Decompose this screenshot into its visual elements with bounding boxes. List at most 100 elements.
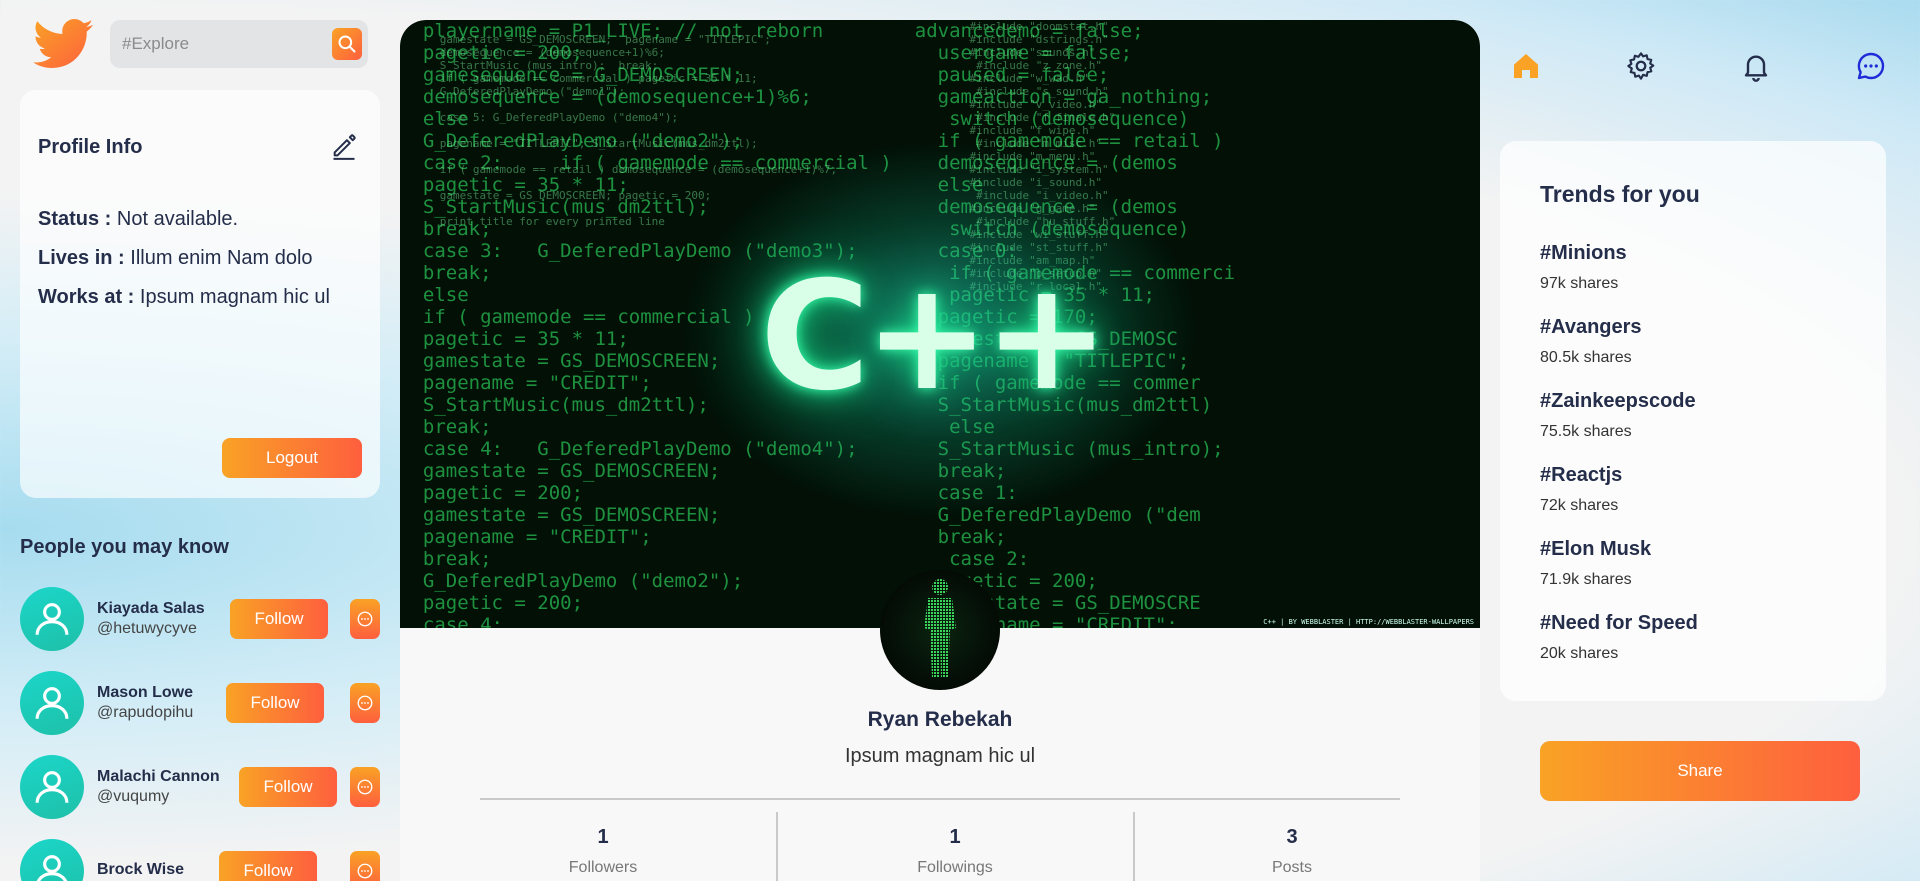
profile-info-list: Status : Not available. Lives in : Illum… [38, 200, 330, 317]
chat-bubble-icon [357, 611, 373, 627]
posts-label: Posts [1271, 859, 1312, 876]
list-item: Brock Wise Follow [20, 839, 380, 881]
profile-info-card: Profile Info Status : Not available. Liv… [20, 90, 380, 498]
list-item: Kiayada Salas @hetuwycyve Follow [20, 587, 380, 651]
status-label: Status : [38, 208, 112, 230]
avatar[interactable] [20, 671, 84, 735]
followers-count: 1 [597, 826, 609, 848]
trend-tag: #Avangers [1540, 316, 1642, 338]
followers-label: Followers [568, 859, 638, 876]
trend-shares: 75.5k shares [1540, 423, 1632, 440]
profile-info-title: Profile Info [38, 136, 143, 158]
logout-button[interactable]: Logout [222, 438, 362, 478]
share-button[interactable]: Share [1540, 741, 1860, 801]
chat-bubble-icon [357, 779, 373, 795]
trend-shares: 71.9k shares [1540, 571, 1632, 588]
message-button[interactable] [350, 767, 380, 807]
people-list: Kiayada Salas @hetuwycyve Follow Mason L… [20, 587, 380, 881]
works-at-row: Works at : Ipsum magnam hic ul [38, 278, 330, 317]
message-button[interactable] [350, 851, 380, 881]
person-info: Kiayada Salas @hetuwycyve [97, 600, 205, 638]
followings-stat[interactable]: 1 Followings [855, 826, 1055, 877]
home-icon[interactable] [1510, 50, 1542, 82]
status-row: Status : Not available. [38, 200, 330, 239]
trend-item[interactable]: #Reactjs 72k shares [1540, 464, 1846, 515]
works-at-value: Ipsum magnam hic ul [139, 286, 330, 308]
trend-tag: #Need for Speed [1540, 612, 1698, 634]
works-at-label: Works at : [38, 286, 135, 308]
cover-cpp-title: C++ [760, 250, 1109, 424]
person-handle: @rapudopihu [97, 704, 194, 721]
stat-separator [776, 812, 778, 881]
edit-pencil-icon[interactable] [330, 132, 358, 160]
cover-watermark: C++ | BY WEBBLASTER | HTTP://WEBBLASTER-… [1263, 618, 1474, 626]
trend-tag: #Reactjs [1540, 464, 1623, 486]
profile-main: playername = P1_LIVE; // not reborn adva… [400, 20, 1480, 881]
search-icon [338, 35, 356, 53]
person-info: Mason Lowe @rapudopihu [97, 684, 193, 722]
right-sidebar: Trends for you #Minions 97k shares #Avan… [1500, 20, 1920, 801]
avatar[interactable] [20, 839, 84, 881]
user-icon [36, 855, 68, 881]
avatar[interactable] [20, 755, 84, 819]
trend-item[interactable]: #Elon Musk 71.9k shares [1540, 538, 1846, 589]
person-name: Mason Lowe [97, 684, 194, 701]
gear-icon[interactable] [1625, 50, 1657, 82]
trends-title: Trends for you [1540, 181, 1700, 207]
trend-item[interactable]: #Need for Speed 20k shares [1540, 612, 1846, 663]
follow-button[interactable]: Follow [226, 683, 324, 723]
profile-name: Ryan Rebekah [867, 708, 1013, 731]
follow-button[interactable]: Follow [230, 599, 328, 639]
people-you-may-know-title: People you may know [20, 536, 229, 558]
list-item: Mason Lowe @rapudopihu Follow [20, 671, 380, 735]
user-icon [35, 771, 69, 803]
trend-shares: 72k shares [1540, 497, 1619, 514]
message-button[interactable] [350, 599, 380, 639]
list-item: Malachi Cannon @vuqumy Follow [20, 755, 380, 819]
follow-button[interactable]: Follow [219, 851, 317, 881]
person-name: Malachi Cannon [97, 768, 220, 785]
trend-item[interactable]: #Avangers 80.5k shares [1540, 316, 1846, 367]
follow-button[interactable]: Follow [239, 767, 337, 807]
posts-stat[interactable]: 3 Posts [1192, 826, 1392, 877]
profile-bio: Ipsum magnam hic ul [844, 745, 1036, 767]
user-icon [35, 603, 69, 635]
followings-count: 1 [949, 826, 961, 848]
followers-stat[interactable]: 1 Followers [503, 826, 703, 877]
search-input[interactable] [110, 20, 320, 68]
trend-tag: #Elon Musk [1540, 538, 1652, 560]
chat-icon[interactable] [1855, 50, 1887, 82]
top-nav-icons [1500, 20, 1920, 110]
trend-tag: #Minions [1540, 242, 1627, 264]
person-info: Malachi Cannon @vuqumy [97, 768, 220, 806]
profile-picture[interactable] [880, 570, 1000, 690]
user-icon [35, 687, 69, 719]
person-name: Brock Wise [97, 861, 184, 878]
posts-count: 3 [1286, 826, 1298, 848]
trend-shares: 20k shares [1540, 645, 1619, 662]
search-button[interactable] [332, 28, 362, 60]
chat-bubble-icon [357, 863, 373, 879]
profile-divider [480, 798, 1400, 800]
lives-in-label: Lives in : [38, 247, 125, 269]
trends-card: Trends for you #Minions 97k shares #Avan… [1500, 141, 1886, 701]
trend-shares: 80.5k shares [1540, 349, 1632, 366]
left-sidebar: Profile Info Status : Not available. Liv… [20, 19, 380, 881]
person-handle: @hetuwycyve [97, 620, 197, 637]
bell-icon[interactable] [1740, 50, 1772, 82]
person-handle: @vuqumy [97, 788, 170, 805]
trend-item[interactable]: #Minions 97k shares [1540, 242, 1846, 293]
logo-search-row [20, 19, 380, 69]
message-button[interactable] [350, 683, 380, 723]
twitter-logo-icon[interactable] [32, 19, 94, 69]
chat-bubble-icon [357, 695, 373, 711]
trend-tag: #Zainkeepscode [1540, 390, 1696, 412]
lives-in-value: Illum enim Nam dolo [130, 247, 313, 269]
search-box [110, 20, 368, 68]
person-silhouette-icon [924, 579, 956, 678]
trend-shares: 97k shares [1540, 275, 1619, 292]
cover-image: playername = P1_LIVE; // not reborn adva… [400, 20, 1480, 628]
trend-item[interactable]: #Zainkeepscode 75.5k shares [1540, 390, 1846, 441]
person-info: Brock Wise [97, 861, 184, 881]
avatar[interactable] [20, 587, 84, 651]
